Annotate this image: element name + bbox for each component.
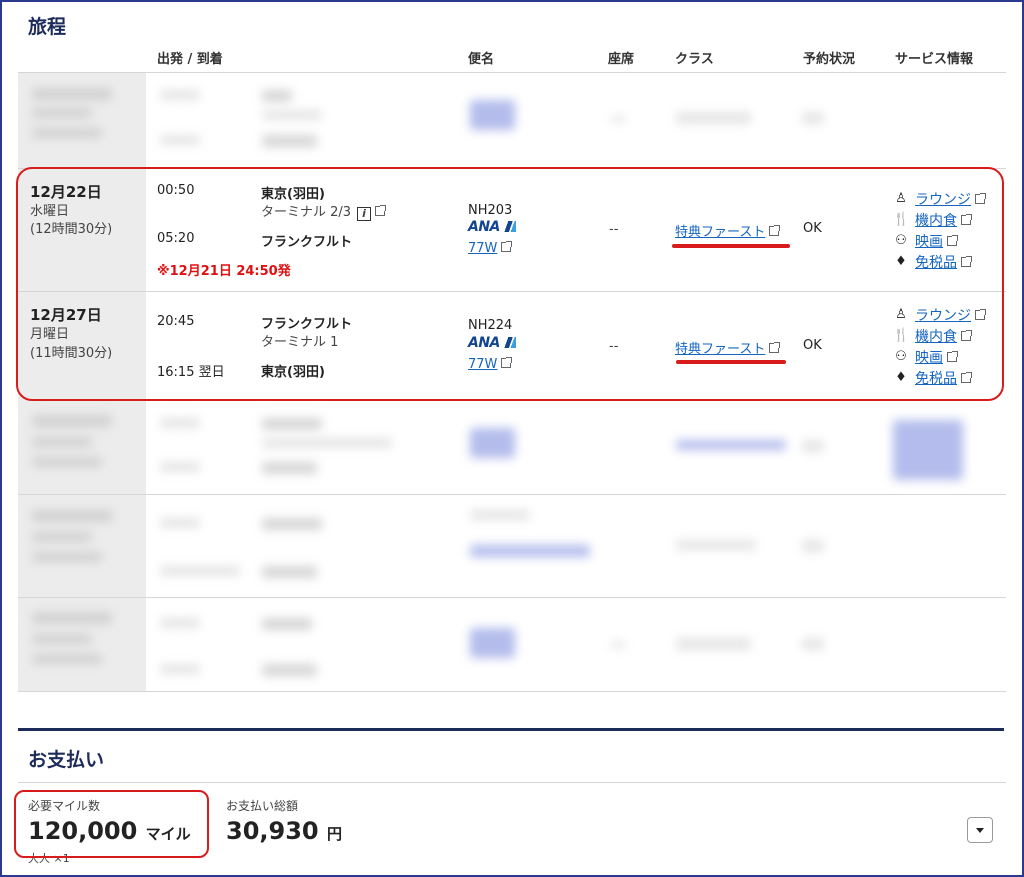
header-class: クラス bbox=[675, 52, 714, 67]
itinerary-title: 旅程 bbox=[28, 16, 67, 38]
payment-title: お支払い bbox=[28, 749, 105, 771]
header-flight: 便名 bbox=[468, 52, 495, 67]
header-seat: 座席 bbox=[608, 52, 635, 67]
header-divider bbox=[18, 72, 1006, 73]
highlight-box-segments bbox=[16, 167, 1004, 401]
total-value: 30,930 bbox=[226, 817, 319, 845]
header-depart-arrive: 出発 / 到着 bbox=[157, 52, 223, 67]
row-divider bbox=[18, 494, 1006, 495]
payment-section-divider bbox=[18, 728, 1004, 731]
payment-details-toggle[interactable] bbox=[967, 817, 993, 843]
header-service: サービス情報 bbox=[895, 52, 974, 67]
payment-divider bbox=[18, 782, 1006, 783]
row-divider bbox=[18, 597, 1006, 598]
row-divider bbox=[18, 691, 1006, 692]
total-amount: 30,930 円 bbox=[226, 817, 342, 845]
highlight-box-miles bbox=[14, 790, 209, 858]
header-status: 予約状況 bbox=[803, 52, 856, 67]
total-label: お支払い総額 bbox=[226, 799, 299, 813]
total-unit: 円 bbox=[326, 825, 342, 843]
chevron-down-icon bbox=[976, 827, 984, 833]
